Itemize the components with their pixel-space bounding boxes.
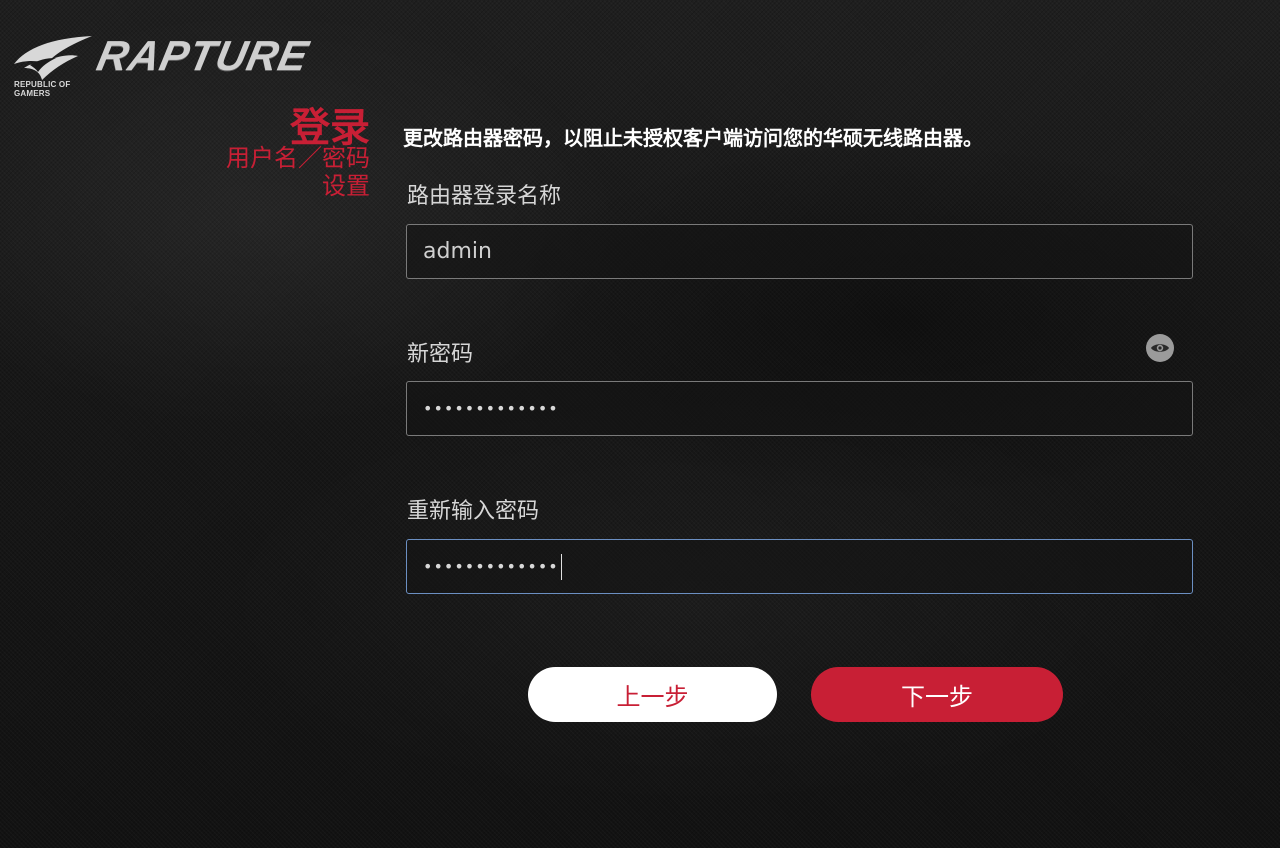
side-title: 登录 用户名／密码 设置 bbox=[200, 104, 370, 202]
confirm-password-input[interactable]: ••••••••••••• bbox=[406, 539, 1193, 594]
login-name-label: 路由器登录名称 bbox=[407, 184, 562, 209]
new-password-value: ••••••••••••• bbox=[423, 399, 559, 418]
rog-logo: REPUBLIC OF GAMERS RAPTURE bbox=[10, 30, 390, 102]
form-intro: 更改路由器密码，以阻止未授权客户端访问您的华硕无线路由器。 bbox=[403, 126, 983, 150]
new-password-label: 新密码 bbox=[407, 342, 474, 367]
rog-subtext: REPUBLIC OF GAMERS bbox=[14, 80, 71, 98]
product-wordmark: RAPTURE bbox=[93, 32, 314, 79]
confirm-password-label: 重新输入密码 bbox=[407, 499, 540, 524]
confirm-password-value: ••••••••••••• bbox=[423, 557, 559, 576]
new-password-input[interactable]: ••••••••••••• bbox=[406, 381, 1193, 436]
login-name-input[interactable]: admin bbox=[406, 224, 1193, 279]
login-name-value: admin bbox=[423, 239, 492, 264]
rog-eye-icon bbox=[14, 36, 92, 80]
side-title-sub2: 设置 bbox=[322, 172, 370, 200]
show-password-toggle[interactable] bbox=[1146, 334, 1174, 362]
next-button[interactable]: 下一步 bbox=[811, 667, 1063, 722]
text-caret bbox=[560, 553, 562, 580]
previous-button[interactable]: 上一步 bbox=[528, 667, 777, 722]
eye-icon bbox=[1151, 344, 1169, 352]
